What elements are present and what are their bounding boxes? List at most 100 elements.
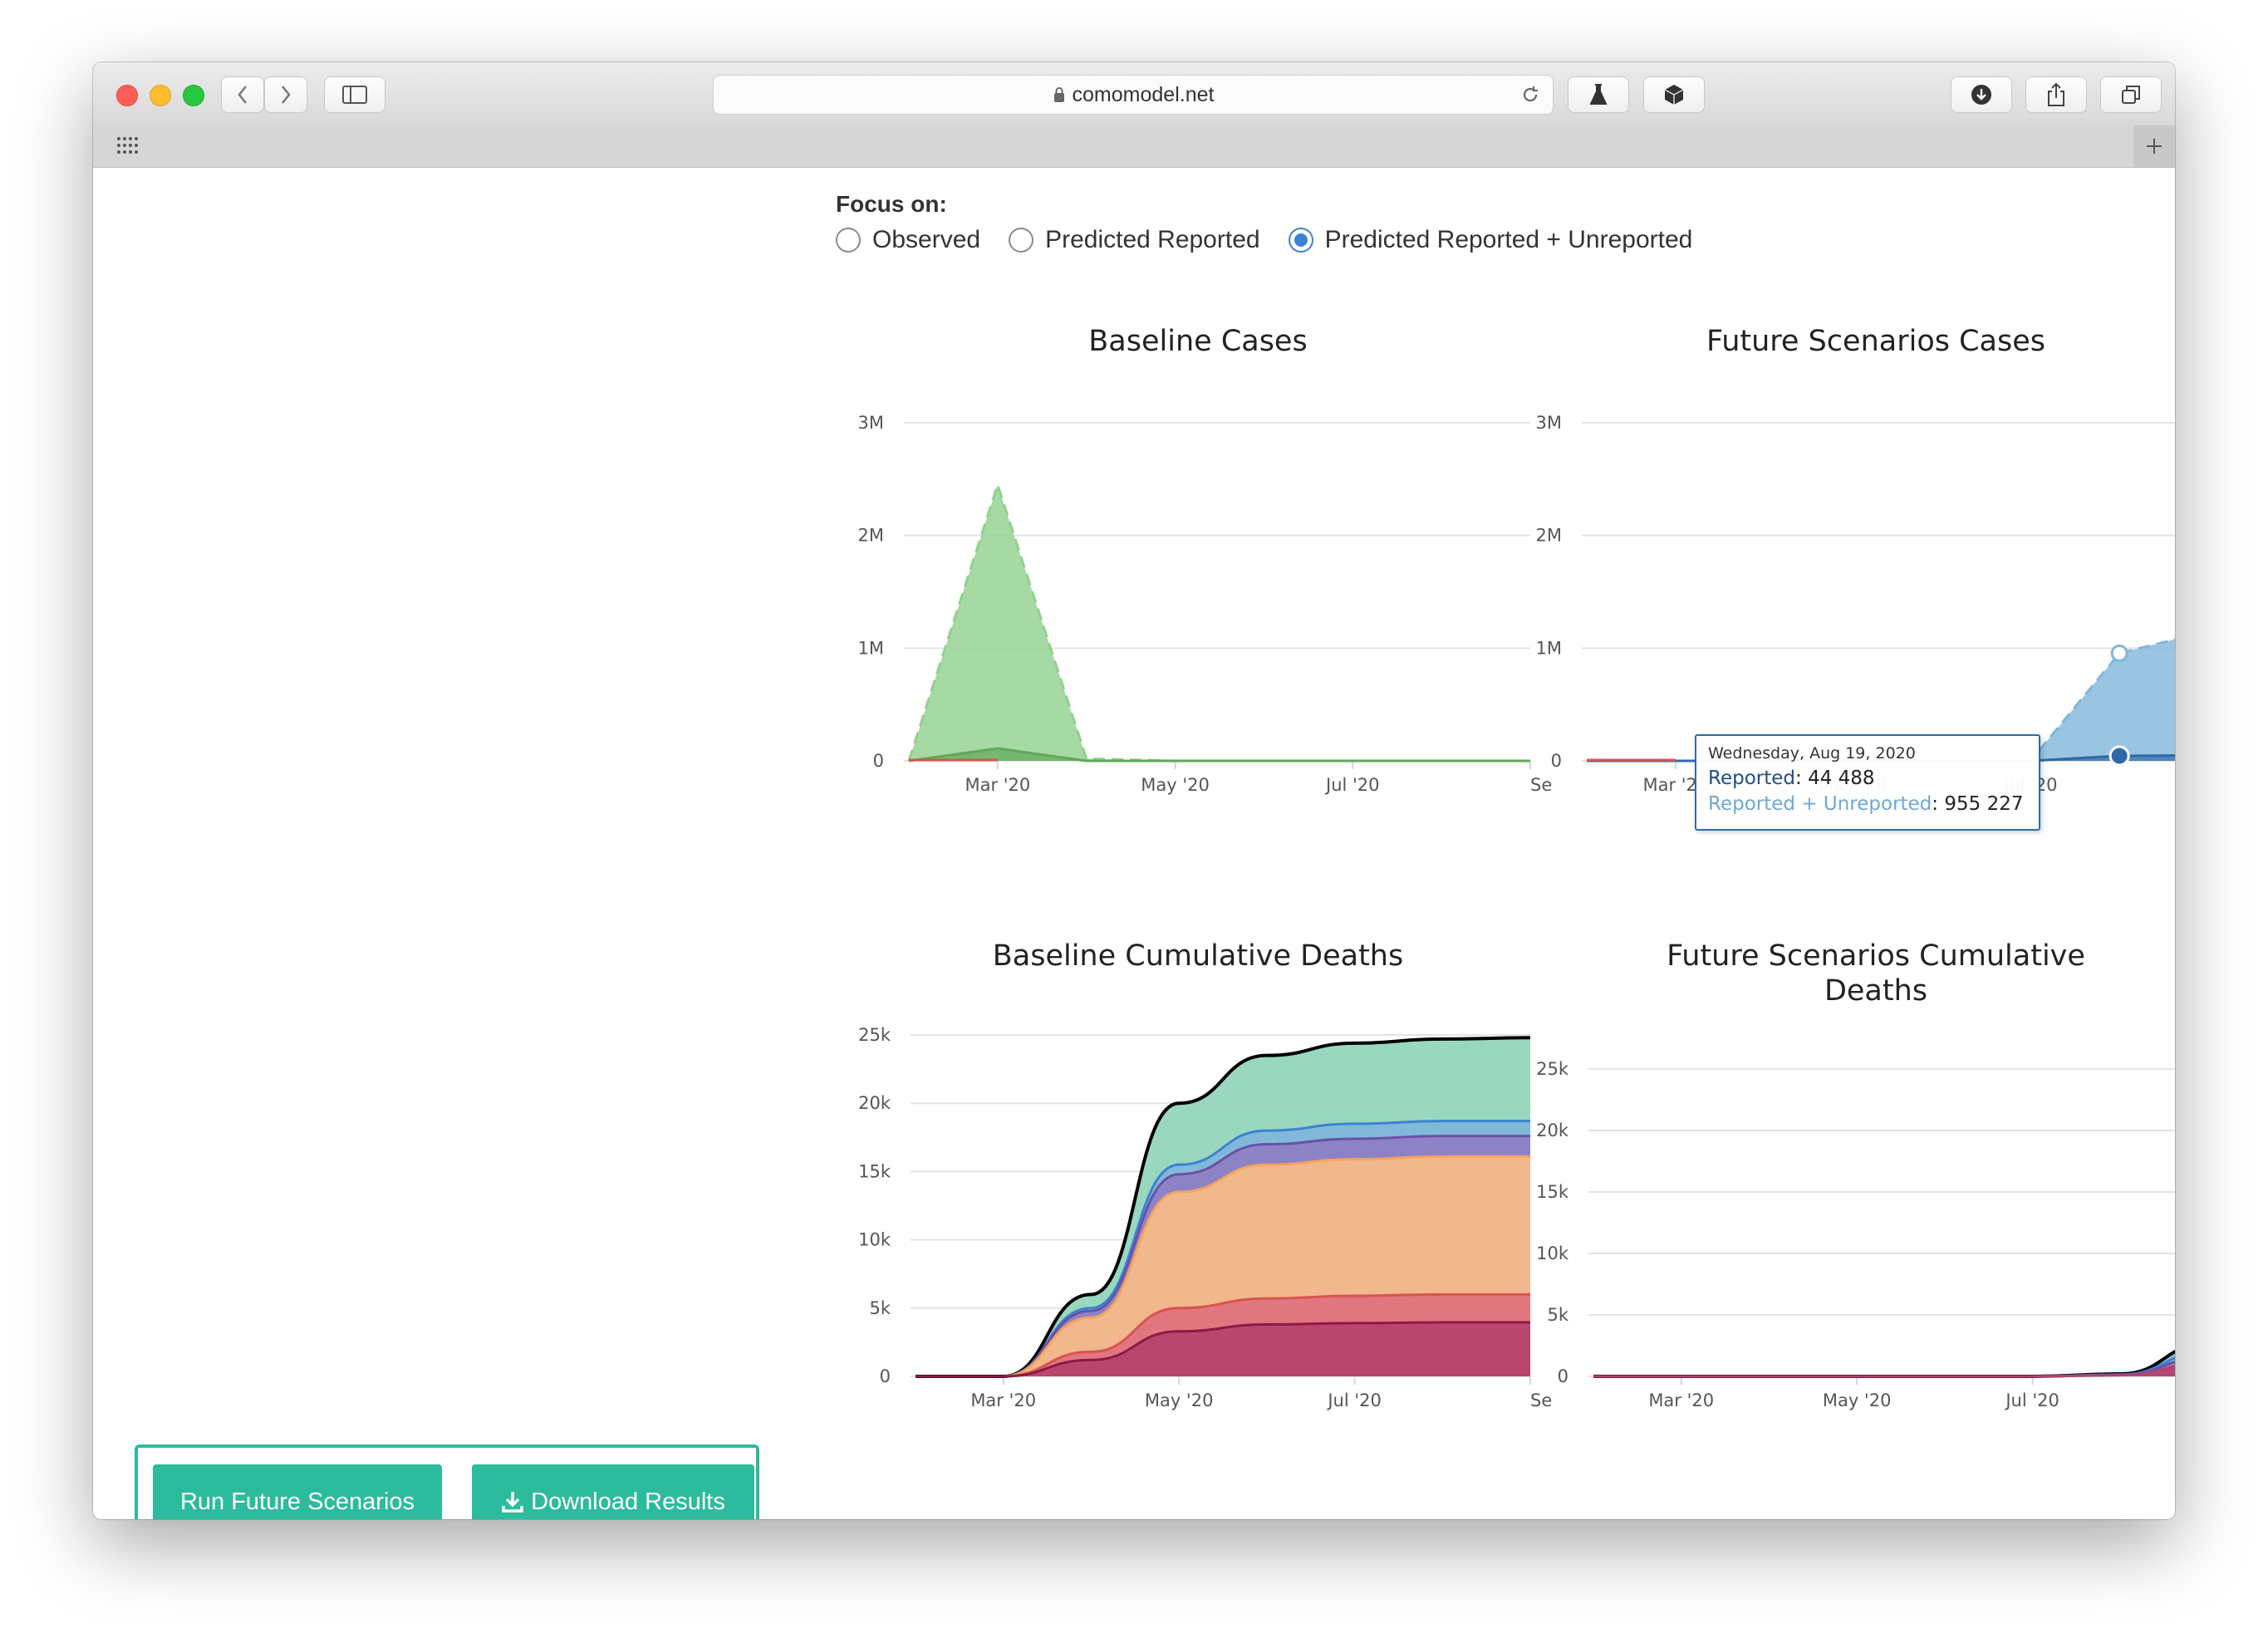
radio-label: Predicted Reported + Unreported [1324,226,1693,253]
zoom-window-button[interactable] [183,85,204,106]
stacked-line[interactable] [1593,1363,2175,1378]
radio-predicted-reported[interactable]: Predicted Reported [1009,226,1260,254]
x-tick-label: May '20 [1141,775,1210,795]
series-area[interactable] [909,484,1530,761]
radio-button[interactable] [836,228,861,253]
plus-icon [2147,139,2162,154]
y-tick-label: 15k [858,1161,891,1181]
tooltip-reported-label: Reported [1708,768,1795,789]
stacked-line[interactable] [1593,1343,2175,1378]
x-tick-label: May '20 [1823,1390,1892,1410]
y-tick-label: 25k [858,1025,891,1045]
sidebar-icon [342,86,367,104]
chart-tooltip: Wednesday, Aug 19, 2020 Reported: 44 488… [1695,734,2040,831]
tooltip-unreported-row: Reported + Unreported: 955 227 [1708,793,2024,815]
minimize-window-button[interactable] [150,85,171,106]
stacked-area[interactable] [916,1322,1530,1376]
tooltip-date: Wednesday, Aug 19, 2020 [1708,744,1916,763]
radio-label: Predicted Reported [1045,226,1260,253]
forward-button[interactable] [264,76,307,113]
close-window-button[interactable] [116,85,138,106]
x-tick-label: Mar '20 [970,1390,1036,1410]
grid-icon[interactable] [116,136,141,156]
y-tick-label: 25k [1536,1059,1569,1079]
y-tick-label: 3M [858,413,884,433]
back-button[interactable] [221,76,264,113]
sidebar-toggle-button[interactable] [324,76,385,113]
chart-title: Baseline Cumulative Deaths [993,939,1403,973]
y-tick-label: 10k [1536,1243,1569,1263]
y-tick-label: 1M [1536,638,1562,658]
cube-icon [1664,85,1684,105]
run-future-scenarios-button[interactable]: Run Future Scenarios [153,1464,442,1519]
x-tick-label: Jul '20 [1326,1390,1382,1410]
stacked-line[interactable] [1593,1351,2175,1378]
chart-title: Deaths [1824,974,1927,1008]
x-tick-label: Jul '20 [2004,1390,2059,1410]
reload-icon[interactable] [1519,84,1541,105]
y-tick-label: 5k [869,1298,891,1318]
tabs-overview-button[interactable] [2100,76,2162,113]
x-tick-label: Mar '20 [965,775,1030,795]
chart-title: Future Scenarios Cases [1706,325,2045,358]
y-tick-label: 0 [1551,751,1562,771]
x-tick-label: Mar '20 [1648,1390,1714,1410]
download-circle-icon [1971,85,1991,105]
download-icon [502,1492,523,1513]
y-tick-label: 10k [858,1230,891,1250]
extension-flask-button[interactable] [1568,76,1629,113]
y-tick-label: 1M [858,638,884,658]
browser-toolbar: comomodel.net [93,62,2175,126]
chart-svg[interactable]: Baseline Cases 0 1M 2M 3M Mar '20 May '20 Jul '… [832,317,1564,882]
tab-bar [93,125,2175,168]
y-tick-label: 3M [1536,413,1562,433]
focus-label: Focus on: [836,191,947,217]
baseline-cases-chart[interactable]: Baseline Cases 0 1M 2M 3M Mar '20 May '20 Jul '… [832,317,1564,882]
actions-panel: Run Future Scenarios Download Results [135,1444,759,1519]
tabs-icon [2122,86,2140,104]
hover-marker [2110,644,2128,662]
x-tick-label: Jul '20 [1324,775,1380,795]
chart-title: Baseline Cases [1088,325,1307,358]
focus-radio-group: Observed Predicted Reported Predicted Re… [836,226,1721,254]
new-tab-button[interactable] [2133,125,2175,167]
url-text: comomodel.net [1072,82,1215,106]
tooltip-unreported-value: 955 227 [1944,793,2024,815]
chevron-right-icon [282,86,291,104]
y-tick-label: 2M [858,526,884,546]
flask-icon [1589,84,1608,105]
radio-label: Observed [872,226,981,253]
tooltip-unreported-label: Reported + Unreported [1708,793,1932,815]
radio-button-selected[interactable] [1288,228,1313,253]
share-button[interactable] [2025,76,2087,113]
radio-observed[interactable]: Observed [836,226,980,254]
baseline-cumulative-deaths-chart[interactable]: Baseline Cumulative Deaths 0 5k 10k 15k 20k 25… [832,932,1564,1513]
share-icon [2048,82,2064,106]
y-tick-label: 5k [1547,1305,1568,1325]
hover-marker [2108,745,2130,767]
page-content: Focus on: Observed Predicted Reported Pr… [93,168,2175,1519]
chart-title: Future Scenarios Cumulative [1667,939,2085,973]
y-tick-label: 20k [858,1093,891,1113]
chart-svg[interactable]: Baseline Cumulative Deaths 0 5k 10k 15k 20k 25… [832,932,1564,1513]
future-scenarios-cumulative-deaths-chart[interactable]: Future Scenarios Cumulative Deaths 0 5k 10k 1… [1510,932,2175,1513]
download-results-button[interactable]: Download Results [472,1464,754,1519]
radio-predicted-reported-unreported[interactable]: Predicted Reported + Unreported [1288,226,1693,254]
chart-svg[interactable]: Future Scenarios CumulativeDeaths 0 5k 10k 1… [1510,932,2175,1513]
stacked-area[interactable] [1593,1351,2175,1376]
download-results-label: Download Results [531,1488,725,1515]
browser-window: comomodel.net Focus on: Observed Predict… [93,62,2175,1519]
tooltip-reported-value: 44 488 [1808,768,1875,789]
stacked-area[interactable] [1593,1343,2175,1376]
y-tick-label: 15k [1536,1182,1569,1202]
tooltip-reported-row: Reported: 44 488 [1708,768,1875,789]
downloads-button[interactable] [1951,76,2012,113]
y-tick-label: 0 [873,751,884,771]
y-tick-label: 2M [1536,526,1562,546]
extension-cube-button[interactable] [1643,76,1705,113]
x-tick-label: May '20 [1145,1390,1214,1410]
address-bar[interactable]: comomodel.net [713,75,1554,115]
lock-icon [1053,87,1064,102]
y-tick-label: 0 [1558,1366,1568,1386]
radio-button[interactable] [1009,228,1034,253]
